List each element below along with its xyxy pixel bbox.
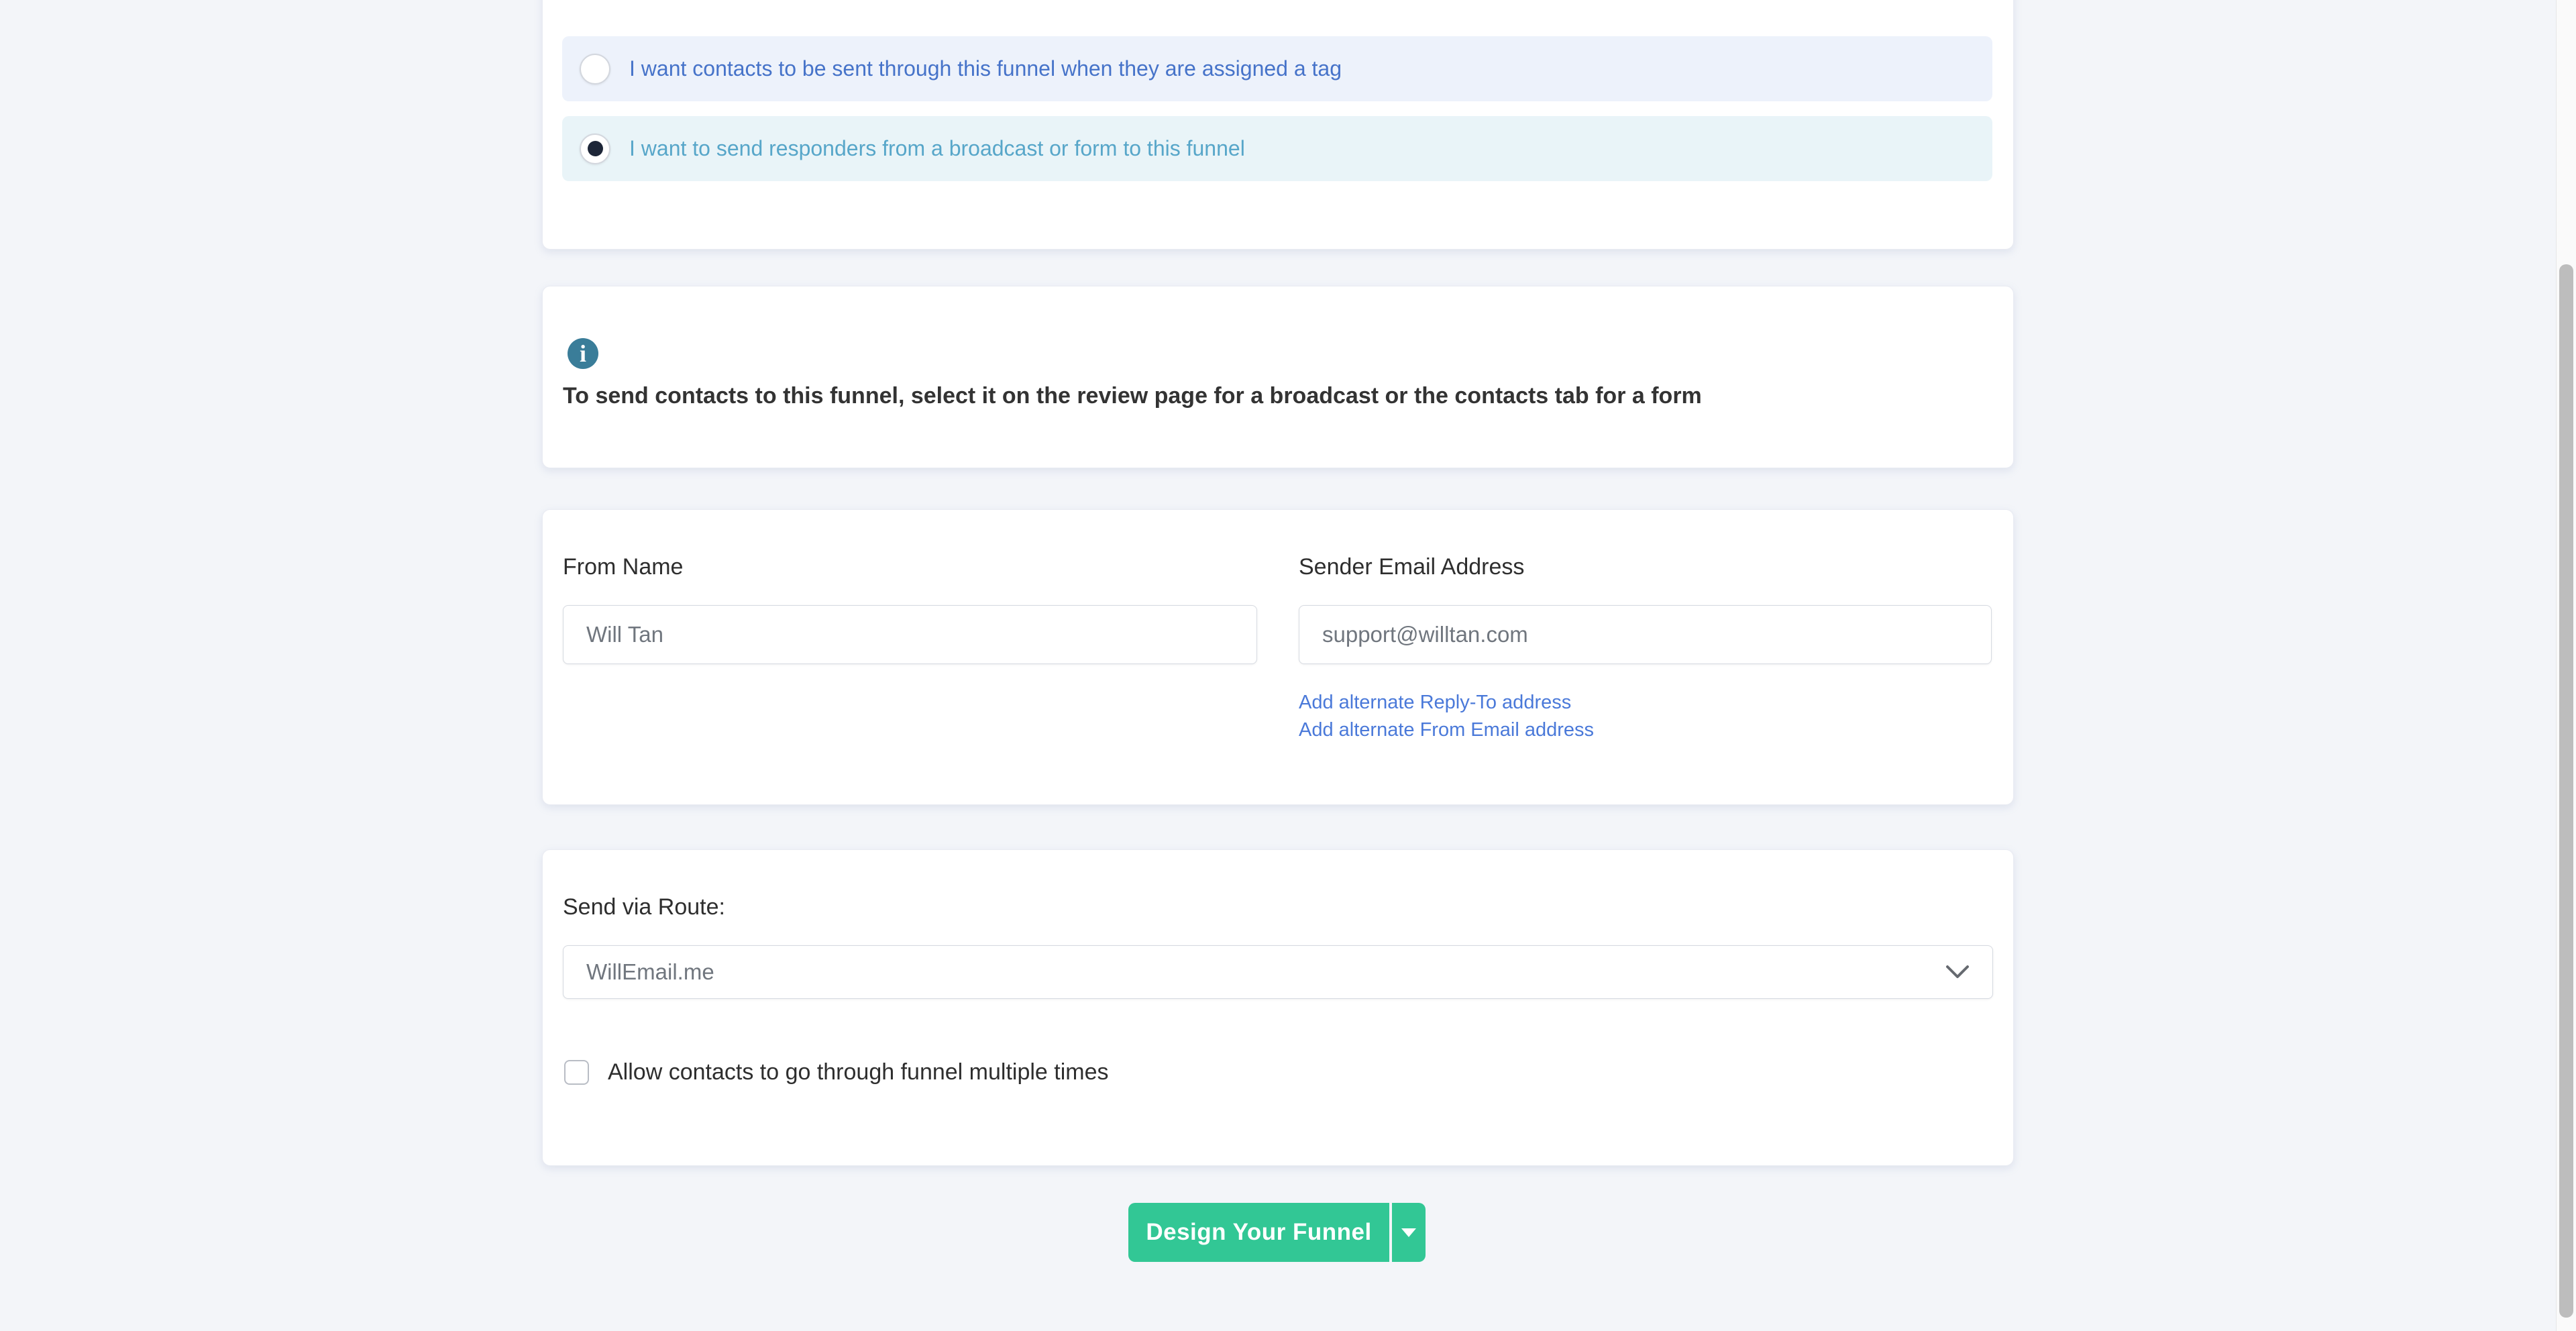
radio-option-broadcast-label: I want to send responders from a broadca… — [629, 136, 1245, 161]
scrollbar-thumb[interactable] — [2559, 264, 2573, 1318]
info-card: i To send contacts to this funnel, selec… — [542, 286, 2014, 468]
multiple-times-checkbox[interactable] — [564, 1060, 589, 1085]
sender-card: From Name Sender Email Address Add alter… — [542, 509, 2014, 805]
design-funnel-dropdown-toggle[interactable] — [1392, 1203, 1426, 1262]
route-select[interactable]: WillEmail.me — [563, 945, 1993, 999]
info-icon: i — [568, 338, 598, 369]
design-funnel-button[interactable]: Design Your Funnel — [1128, 1203, 1389, 1262]
route-card: Send via Route: WillEmail.me Allow conta… — [542, 849, 2014, 1166]
add-reply-to-link[interactable]: Add alternate Reply-To address — [1299, 692, 1571, 714]
from-name-label: From Name — [563, 554, 683, 580]
funnel-setup-page: I want contacts to be sent through this … — [0, 0, 2576, 1331]
add-from-email-link[interactable]: Add alternate From Email address — [1299, 719, 1594, 741]
design-funnel-button-group: Design Your Funnel — [1128, 1203, 1426, 1262]
route-label: Send via Route: — [563, 894, 725, 920]
radio-option-tag[interactable]: I want contacts to be sent through this … — [562, 36, 1992, 101]
multiple-times-label: Allow contacts to go through funnel mult… — [608, 1059, 1109, 1085]
caret-down-icon — [1401, 1228, 1416, 1237]
multiple-times-row[interactable]: Allow contacts to go through funnel mult… — [564, 1059, 1109, 1085]
radio-option-broadcast[interactable]: I want to send responders from a broadca… — [562, 116, 1992, 181]
radio-dot — [588, 141, 603, 156]
scrollbar-track[interactable] — [2556, 0, 2576, 1331]
route-select-value: WillEmail.me — [586, 959, 714, 985]
radio-unselected-icon[interactable] — [580, 54, 610, 85]
sender-email-input[interactable] — [1299, 605, 1992, 664]
trigger-options-card: I want contacts to be sent through this … — [542, 0, 2014, 250]
radio-option-tag-label: I want contacts to be sent through this … — [629, 56, 1342, 81]
chevron-down-icon — [1945, 965, 1970, 979]
sender-email-label: Sender Email Address — [1299, 554, 1524, 580]
info-text: To send contacts to this funnel, select … — [563, 383, 1978, 409]
from-name-input[interactable] — [563, 605, 1257, 664]
radio-selected-icon[interactable] — [580, 134, 610, 164]
